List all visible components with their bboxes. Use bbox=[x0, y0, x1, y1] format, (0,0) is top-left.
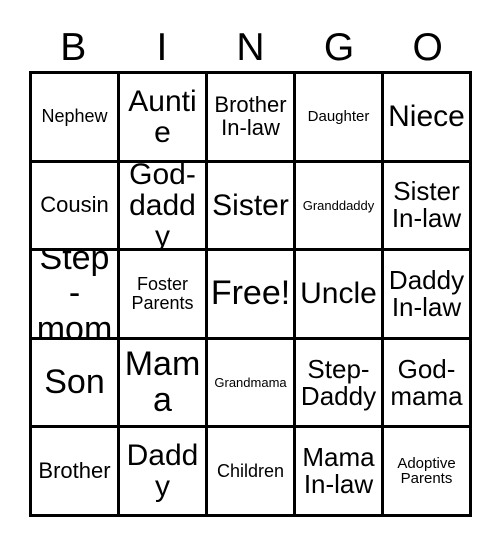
bingo-cell-label: Adoptive Parents bbox=[397, 454, 456, 488]
bingo-cell[interactable]: Adoptive Parents bbox=[384, 428, 472, 517]
bingo-cell-label: Brother In-law bbox=[214, 91, 287, 140]
bingo-cell[interactable]: Mama bbox=[120, 339, 208, 429]
bingo-cell[interactable]: Niece bbox=[384, 74, 472, 163]
bingo-cell[interactable]: Daddy bbox=[120, 428, 208, 517]
bingo-cell[interactable]: Uncle bbox=[296, 251, 384, 340]
bingo-cell-label: God-mama bbox=[390, 353, 463, 411]
bingo-cell-label: Brother bbox=[38, 457, 111, 483]
bingo-cell[interactable]: Granddaddy bbox=[296, 162, 384, 252]
header-letter-n: N bbox=[236, 26, 265, 69]
bingo-cell[interactable]: Daddy In-law bbox=[384, 251, 472, 340]
bingo-cell-label: Free! bbox=[210, 274, 291, 313]
bingo-cell[interactable]: Brother In-law bbox=[208, 74, 296, 163]
bingo-cell[interactable]: Children bbox=[208, 428, 296, 517]
bingo-cell-label: Sister In-law bbox=[391, 176, 462, 234]
bingo-cell-label: Uncle bbox=[300, 277, 377, 311]
bingo-cell-label: Auntie bbox=[128, 84, 197, 149]
bingo-cell[interactable]: Auntie bbox=[120, 74, 208, 163]
bingo-cell[interactable]: Nephew bbox=[32, 74, 120, 163]
header-letter-g: G bbox=[323, 26, 355, 69]
bingo-grid: Nephew Auntie Brother In-law Daughter Niece C… bbox=[29, 71, 472, 517]
bingo-cell-label: Grandmama bbox=[214, 374, 287, 390]
bingo-cell-label: Step-mom bbox=[36, 251, 113, 340]
bingo-cell[interactable]: Foster Parents bbox=[120, 251, 208, 340]
bingo-cell-label: God-daddy bbox=[129, 162, 196, 252]
bingo-cell[interactable]: Step-Daddy bbox=[296, 339, 384, 429]
bingo-free-space[interactable]: Free! bbox=[208, 251, 296, 340]
header-letter-b: B bbox=[60, 26, 87, 69]
bingo-cell[interactable]: Step-mom bbox=[32, 251, 120, 340]
bingo-cell[interactable]: Mama In-law bbox=[296, 428, 384, 517]
bingo-cell-label: Daddy bbox=[126, 439, 199, 504]
header-letter-i: I bbox=[156, 26, 168, 69]
header-letter-o: O bbox=[412, 26, 443, 69]
bingo-cell-label: Granddaddy bbox=[302, 197, 375, 213]
bingo-cell[interactable]: God-mama bbox=[384, 339, 472, 429]
bingo-card: B I N G O Nephew Auntie Brother In-law Daug… bbox=[0, 0, 501, 544]
bingo-cell[interactable]: Cousin bbox=[32, 162, 120, 252]
bingo-cell[interactable]: Sister In-law bbox=[384, 162, 472, 252]
bingo-cell-label: Daddy In-law bbox=[388, 264, 465, 322]
bingo-cell[interactable]: God-daddy bbox=[120, 162, 208, 252]
bingo-cell[interactable]: Sister bbox=[208, 162, 296, 252]
bingo-cell-label: Step-Daddy bbox=[300, 353, 377, 411]
bingo-cell[interactable]: Daughter bbox=[296, 74, 384, 163]
bingo-cell[interactable]: Brother bbox=[32, 428, 120, 517]
bingo-cell-label: Mama bbox=[124, 345, 201, 419]
bingo-cell[interactable]: Grandmama bbox=[208, 339, 296, 429]
bingo-cell-label: Sister bbox=[212, 188, 289, 222]
bingo-cell-label: Nephew bbox=[41, 106, 108, 127]
bingo-cell-label: Son bbox=[44, 362, 105, 401]
bingo-header: B I N G O bbox=[29, 20, 472, 70]
bingo-cell-label: Niece bbox=[388, 100, 465, 134]
bingo-cell-label: Mama In-law bbox=[302, 442, 375, 500]
bingo-cell[interactable]: Son bbox=[32, 339, 120, 429]
bingo-cell-label: Children bbox=[216, 460, 285, 481]
bingo-cell-label: Daughter bbox=[307, 108, 370, 125]
bingo-cell-label: Foster Parents bbox=[131, 274, 194, 313]
bingo-cell-label: Cousin bbox=[40, 191, 109, 217]
